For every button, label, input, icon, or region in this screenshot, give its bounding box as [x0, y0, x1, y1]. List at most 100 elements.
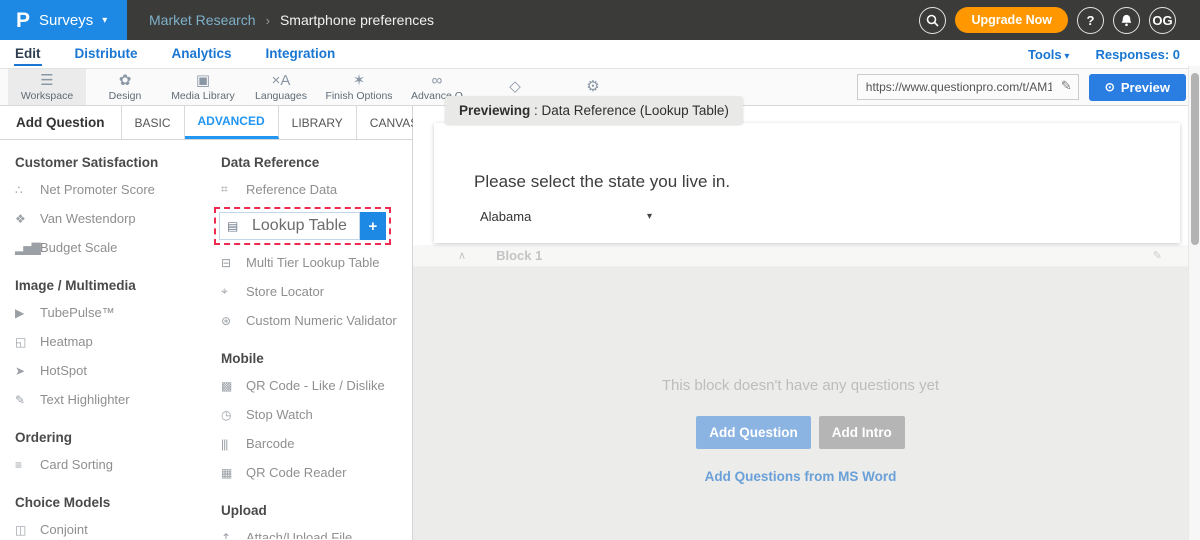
add-question-button[interactable]: Add Question — [696, 416, 811, 449]
app-root: P Surveys ▾ Market Research › Smartphone… — [0, 0, 1200, 540]
finish-options-icon: ✶ — [353, 73, 366, 89]
question-type-column-1: Customer Satisfaction∴Net Promoter Score… — [0, 140, 206, 539]
panel-tab-basic[interactable]: BASIC — [122, 106, 185, 139]
nav-tab-edit[interactable]: Edit — [14, 43, 42, 66]
question-type-custom-numeric-validator[interactable]: ⊛Custom Numeric Validator — [221, 306, 406, 335]
survey-nav: Edit Distribute Analytics Integration Tools… — [0, 40, 1200, 68]
search-icon — [926, 14, 939, 27]
toolbar-tag-icon: ◇ — [509, 79, 521, 95]
question-type-label: QR Code - Like / Dislike — [246, 378, 385, 393]
breadcrumb-folder[interactable]: Market Research — [149, 12, 256, 28]
breadcrumb-survey-name: Smartphone preferences — [280, 12, 434, 28]
panel-tab-advanced[interactable]: ADVANCED — [185, 106, 279, 139]
question-type-label: Text Highlighter — [40, 392, 130, 407]
hotspot-cursor-icon: ➤ — [15, 364, 40, 378]
toolbar-item-label: Languages — [255, 90, 307, 102]
card-sorting-icon: ≡ — [15, 458, 40, 472]
heatmap-icon: ◱ — [15, 335, 40, 349]
question-type-label: Store Locator — [246, 284, 324, 299]
panel-tab-library[interactable]: LIBRARY — [279, 106, 357, 139]
notifications-button[interactable] — [1113, 7, 1140, 34]
toolbar-item-label: Media Library — [171, 90, 235, 102]
languages-icon: ×A — [272, 73, 291, 89]
block-edit-pencil-icon[interactable]: ✎ — [1153, 249, 1162, 262]
search-button[interactable] — [919, 7, 946, 34]
help-button[interactable]: ? — [1077, 7, 1104, 34]
toolbar-item-languages[interactable]: ×ALanguages — [242, 69, 320, 105]
question-type-label: Reference Data — [246, 182, 337, 197]
multi-tier-icon: ⊟ — [221, 256, 246, 270]
question-type-heatmap[interactable]: ◱Heatmap — [15, 327, 200, 356]
block-buttons: Add Question Add Intro — [696, 416, 905, 449]
advance-options-icon: ∞ — [432, 73, 443, 89]
question-type-conjoint[interactable]: ◫Conjoint — [15, 515, 200, 539]
question-type-qr-code-like-dislike[interactable]: ▩QR Code - Like / Dislike — [221, 371, 406, 400]
block-header[interactable]: ∧ Block 1 ✎ — [413, 245, 1188, 267]
question-type-label: HotSpot — [40, 363, 87, 378]
question-type-label: TubePulse™ — [40, 305, 115, 320]
question-type-lookup-table[interactable]: ▤Lookup Table — [219, 212, 360, 240]
question-type-multi-tier-lookup-table[interactable]: ⊟Multi Tier Lookup Table — [221, 248, 406, 277]
question-type-label: Lookup Table — [252, 217, 347, 235]
barcode-icon: ||| — [221, 437, 246, 451]
question-type-qr-code-reader[interactable]: ▦QR Code Reader — [221, 458, 406, 487]
video-icon: ▶ — [15, 306, 40, 320]
question-type-reference-data[interactable]: ⌗Reference Data — [221, 175, 406, 204]
question-type-net-promoter-score[interactable]: ∴Net Promoter Score — [15, 175, 200, 204]
question-type-text-highlighter[interactable]: ✎Text Highlighter — [15, 385, 200, 414]
toolbar-item-label: Finish Options — [325, 90, 392, 102]
question-type-tubepulse[interactable]: ▶TubePulse™ — [15, 298, 200, 327]
product-switcher[interactable]: P Surveys ▾ — [0, 0, 127, 40]
toolbar-item-label: Workspace — [21, 90, 73, 102]
workspace-icon: ☰ — [40, 73, 53, 89]
scrollbar-thumb[interactable] — [1191, 73, 1199, 245]
question-type-label: Budget Scale — [40, 240, 117, 255]
eye-icon: ⊙ — [1105, 80, 1115, 94]
upgrade-now-button[interactable]: Upgrade Now — [955, 7, 1068, 33]
toolbar-item-media-library[interactable]: ▣Media Library — [164, 69, 242, 105]
question-type-label: Heatmap — [40, 334, 93, 349]
question-type-van-westendorp[interactable]: ❖Van Westendorp — [15, 204, 200, 233]
question-type-hotspot[interactable]: ➤HotSpot — [15, 356, 200, 385]
responses-count[interactable]: Responses: 0 — [1095, 47, 1180, 62]
survey-url-input[interactable] — [857, 74, 1079, 100]
preview-button[interactable]: ⊙ Preview — [1089, 74, 1186, 101]
toolbar-item-label: Design — [109, 90, 142, 102]
section-header-mobile: Mobile — [221, 351, 406, 366]
panel-tab-add-question[interactable]: Add Question — [0, 106, 122, 139]
question-type-barcode[interactable]: |||Barcode — [221, 429, 406, 458]
nav-tab-analytics[interactable]: Analytics — [171, 43, 233, 66]
question-type-budget-scale[interactable]: ▂▅▇Budget Scale — [15, 233, 200, 262]
tools-menu[interactable]: Tools — [1028, 47, 1070, 62]
toolbar-item-workspace[interactable]: ☰Workspace — [8, 69, 86, 105]
nav-tab-integration[interactable]: Integration — [265, 43, 337, 66]
toolbar-right: ✎ ⊙ Preview — [857, 69, 1200, 105]
vertical-scrollbar[interactable] — [1188, 66, 1200, 540]
price-tag-icon: ❖ — [15, 212, 40, 226]
previewing-tooltip: Previewing : Data Reference (Lookup Tabl… — [445, 96, 743, 124]
panel-tabs: Add QuestionBASICADVANCEDLIBRARYCANVAS✖ — [0, 106, 412, 140]
question-type-label: Multi Tier Lookup Table — [246, 255, 379, 270]
breadcrumb: Market Research › Smartphone preferences — [149, 12, 434, 28]
add-intro-button[interactable]: Add Intro — [819, 416, 905, 449]
section-header-ordering: Ordering — [15, 430, 200, 445]
collapse-block-chevron-icon[interactable]: ∧ — [458, 249, 466, 262]
question-type-card-sorting[interactable]: ≡Card Sorting — [15, 450, 200, 479]
question-type-store-locator[interactable]: ⌖Store Locator — [221, 277, 406, 306]
survey-canvas: ∧ Block 1 ✎ This block doesn't have any … — [413, 106, 1200, 540]
nav-tabs: Edit Distribute Analytics Integration — [14, 43, 336, 66]
nav-tab-distribute[interactable]: Distribute — [74, 43, 139, 66]
edit-url-pencil-icon[interactable]: ✎ — [1061, 78, 1072, 94]
question-type-stop-watch[interactable]: ◷Stop Watch — [221, 400, 406, 429]
add-lookup-table-button[interactable]: + — [360, 212, 386, 240]
question-type-label: Net Promoter Score — [40, 182, 155, 197]
question-type-label: Card Sorting — [40, 457, 113, 472]
question-type-label: Barcode — [246, 436, 294, 451]
toolbar-item-finish-options[interactable]: ✶Finish Options — [320, 69, 398, 105]
avatar[interactable]: OG — [1149, 7, 1176, 34]
state-dropdown[interactable]: Alabama ▾ — [480, 209, 652, 224]
question-type-attach-upload-file[interactable]: ↥Attach/Upload File — [221, 523, 406, 539]
toolbar-item-design[interactable]: ✿Design — [86, 69, 164, 105]
dropdown-caret-icon: ▾ — [647, 211, 652, 222]
add-questions-from-ms-word-link[interactable]: Add Questions from MS Word — [705, 469, 897, 484]
